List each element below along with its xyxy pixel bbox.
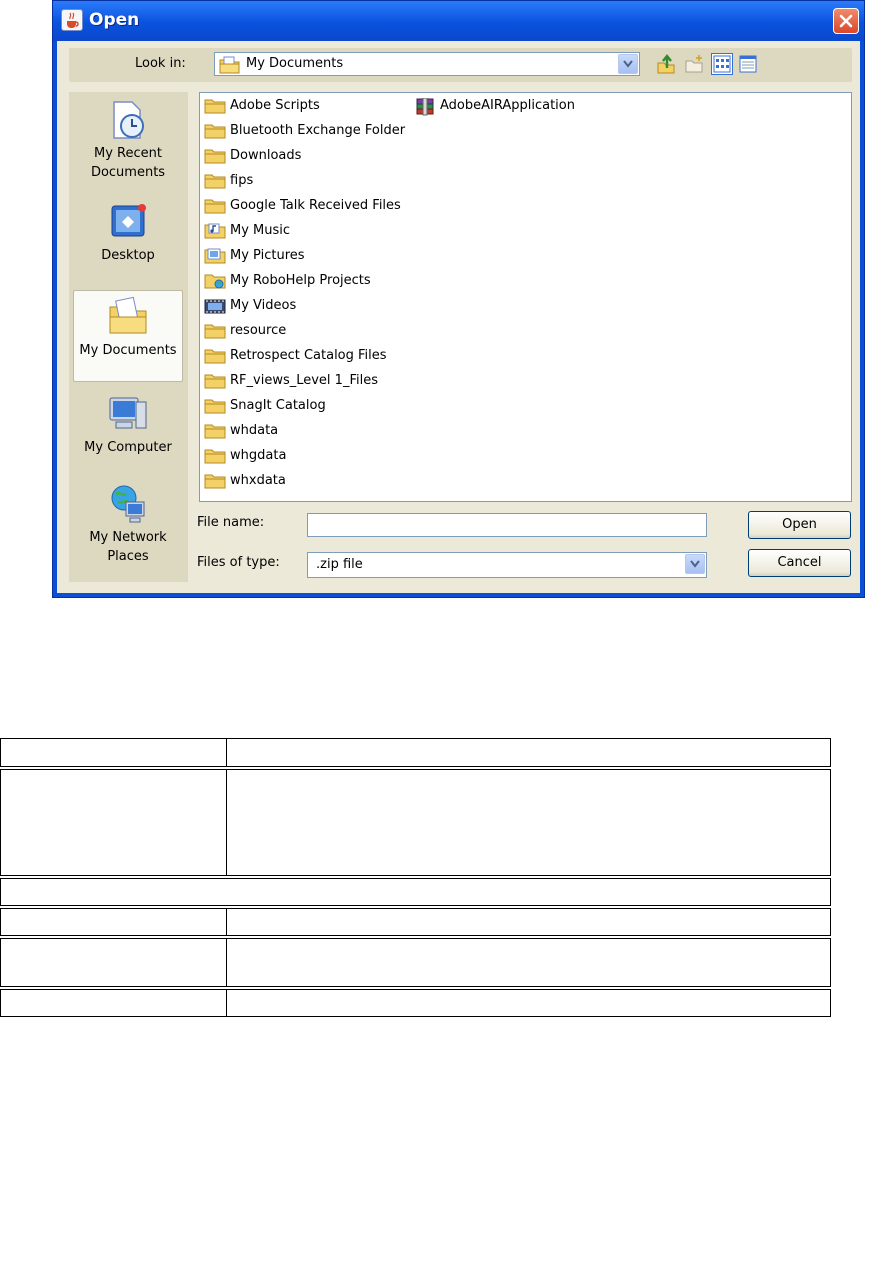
file-name: SnagIt Catalog	[230, 398, 326, 413]
files-of-type-label: Files of type:	[197, 555, 280, 570]
table-cell	[0, 938, 227, 987]
window-title: Open	[89, 10, 140, 30]
table-cell	[226, 938, 831, 987]
folder-icon	[204, 349, 226, 364]
file-name: whdata	[230, 423, 279, 438]
recent-documents-icon	[113, 101, 144, 139]
close-button[interactable]	[833, 8, 859, 34]
table-cell	[0, 989, 227, 1017]
file-name: AdobeAIRApplication	[440, 98, 575, 113]
my-computer-icon	[109, 397, 147, 429]
file-name: whxdata	[230, 473, 286, 488]
look-in-value: My Documents	[246, 56, 344, 71]
file-list[interactable]: Adobe Scripts Bluetooth Exchange Folder …	[199, 92, 852, 502]
folder-icon	[204, 374, 226, 389]
title-bar[interactable]: Open	[53, 1, 864, 41]
file-name: resource	[230, 323, 287, 338]
folder-icon	[204, 149, 226, 164]
look-in-dropdown-button[interactable]	[618, 54, 638, 74]
file-name: fips	[230, 173, 254, 188]
folder-icon	[204, 174, 226, 189]
place-label: My Computer	[84, 440, 172, 455]
place-label: My Recent Documents	[90, 146, 166, 180]
folder-icon	[204, 124, 226, 139]
table-cell	[226, 738, 831, 767]
file-name: whgdata	[230, 448, 287, 463]
folder-icon	[204, 474, 226, 489]
folder-icon	[204, 99, 226, 114]
files-of-type-combobox[interactable]: .zip file	[307, 552, 707, 578]
file-name: My Music	[230, 223, 291, 238]
file-name: Retrospect Catalog Files	[230, 348, 387, 363]
file-name-input[interactable]	[307, 513, 707, 537]
desktop-icon	[111, 204, 146, 237]
table-cell	[226, 989, 831, 1017]
place-my-computer[interactable]: My Computer	[73, 392, 183, 472]
network-places-icon	[111, 485, 145, 523]
place-label: Desktop	[101, 248, 155, 263]
create-new-folder-button[interactable]	[683, 53, 705, 75]
close-icon	[839, 14, 853, 28]
folder-icon	[204, 424, 226, 439]
look-in-bar: Look in: My Documents	[69, 48, 852, 82]
table-cell	[226, 908, 831, 936]
folder-icon	[204, 449, 226, 464]
details-view-icon	[739, 55, 757, 73]
table-cell	[0, 738, 227, 767]
look-in-label: Look in:	[135, 56, 186, 71]
file-name: Adobe Scripts	[230, 98, 320, 113]
details-view-button[interactable]	[737, 53, 759, 75]
up-one-level-icon	[657, 54, 675, 74]
cancel-button[interactable]: Cancel	[748, 549, 851, 577]
places-bar: My Recent Documents Desktop My Documents	[69, 92, 188, 582]
file-name: Bluetooth Exchange Folder	[230, 123, 406, 138]
list-view-button[interactable]	[711, 53, 733, 75]
table-cell	[0, 908, 227, 936]
chevron-down-icon	[623, 60, 633, 68]
place-label: My Network Places	[89, 530, 167, 564]
open-dialog: Open Look in: My Documents My Recent Doc…	[52, 0, 865, 598]
table-cell	[0, 878, 831, 906]
java-cup-icon	[61, 9, 83, 31]
my-documents-icon	[109, 296, 147, 334]
up-one-level-button[interactable]	[655, 53, 677, 75]
music-folder-icon	[204, 223, 226, 239]
dialog-client-area: Look in: My Documents My Recent Document…	[57, 41, 860, 593]
folder-icon	[204, 324, 226, 339]
folder-icon	[204, 399, 226, 414]
file-name: My Videos	[230, 298, 297, 313]
my-documents-icon	[219, 56, 240, 74]
file-name: My Pictures	[230, 248, 305, 263]
pictures-folder-icon	[204, 248, 226, 264]
videos-folder-icon	[204, 299, 226, 314]
file-name: Downloads	[230, 148, 302, 163]
chevron-down-icon	[690, 560, 700, 568]
folder-icon	[204, 199, 226, 214]
place-my-network-places[interactable]: My Network Places	[73, 482, 183, 574]
archive-icon	[416, 98, 434, 116]
open-button[interactable]: Open	[748, 511, 851, 539]
place-desktop[interactable]: Desktop	[73, 200, 183, 280]
place-label: My Documents	[79, 343, 177, 358]
table-cell	[0, 769, 227, 876]
file-name: My RoboHelp Projects	[230, 273, 371, 288]
place-my-recent-documents[interactable]: My Recent Documents	[73, 98, 183, 188]
file-name: Google Talk Received Files	[230, 198, 401, 213]
file-name: RF_views_Level 1_Files	[230, 373, 378, 388]
files-of-type-value: .zip file	[316, 557, 363, 572]
network-folder-icon	[204, 274, 226, 289]
look-in-combobox[interactable]: My Documents	[214, 52, 640, 76]
list-view-icon	[713, 55, 731, 73]
create-new-folder-icon	[685, 55, 703, 73]
files-of-type-dropdown-button[interactable]	[685, 554, 705, 574]
document-table	[0, 738, 831, 1281]
place-my-documents[interactable]: My Documents	[73, 290, 183, 382]
file-name-label: File name:	[197, 515, 265, 530]
table-cell	[226, 769, 831, 876]
